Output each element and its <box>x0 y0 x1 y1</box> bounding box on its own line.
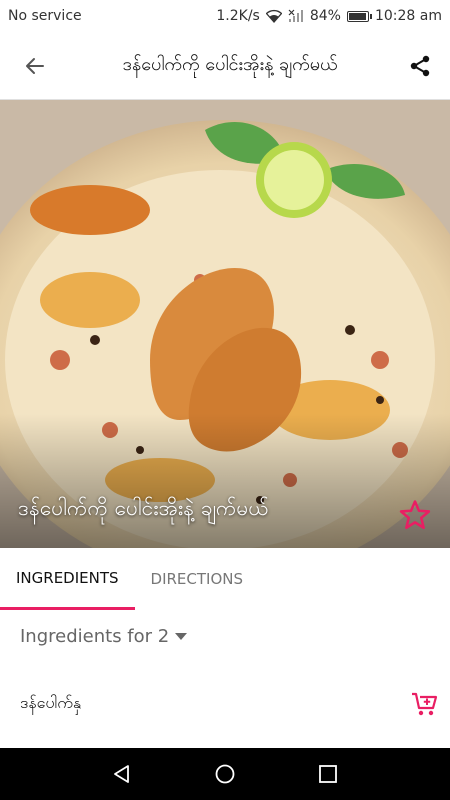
share-icon <box>410 55 430 76</box>
back-button[interactable] <box>0 32 70 100</box>
tab-ingredients[interactable]: INGREDIENTS <box>0 548 135 610</box>
add-to-cart-icon <box>412 692 438 716</box>
app-bar: ဒန်ပေါက်ကို ပေါင်းအိုးနဲ့ ချက်မယ် <box>0 32 450 100</box>
square-recents-icon[interactable] <box>317 763 339 785</box>
carrier-text: No service <box>8 8 82 24</box>
servings-label: Ingredients for 2 <box>20 626 170 647</box>
battery-percent: 84% <box>309 8 341 24</box>
wifi-icon <box>265 9 282 23</box>
clock: 10:28 am <box>374 8 442 24</box>
arrow-left-icon <box>26 57 44 74</box>
ingredient-name: ဒန်ပေါက်နှ <box>20 693 82 712</box>
add-to-cart-button[interactable] <box>400 691 450 717</box>
triangle-back-icon[interactable] <box>111 763 133 785</box>
page-title: ဒန်ပေါက်ကို ပေါင်းအိုးနဲ့ ချက်မယ် <box>122 54 338 75</box>
hero-recipe-title: ဒန်ပေါက်ကို ပေါင်းအိုးနဲ့ ချက်မယ် <box>18 496 269 520</box>
favorite-button[interactable] <box>398 498 432 532</box>
circle-home-icon[interactable] <box>214 763 236 785</box>
system-nav-bar <box>0 748 450 800</box>
tab-directions[interactable]: DIRECTIONS <box>135 548 259 610</box>
status-bar: No service 1.2K/s 84% 10:28 am <box>0 0 450 32</box>
biryani-photo <box>0 100 450 548</box>
share-button[interactable] <box>390 32 450 100</box>
star-outline-icon <box>399 500 431 530</box>
caret-down-icon <box>175 633 188 640</box>
recipe-tabs: INGREDIENTS DIRECTIONS <box>0 548 450 610</box>
recipe-hero-image: ဒန်ပေါက်ကို ပေါင်းအိုးနဲ့ ချက်မယ် <box>0 100 450 548</box>
battery-icon <box>346 10 372 22</box>
servings-selector[interactable]: Ingredients for 2 <box>20 626 188 647</box>
ingredient-item: ဒန်ပေါက်နှ <box>0 676 450 732</box>
signal-icon <box>288 9 303 22</box>
status-right: 1.2K/s 84% 10:28 am <box>216 8 442 24</box>
network-speed: 1.2K/s <box>216 8 260 24</box>
battery-fill <box>348 12 366 20</box>
